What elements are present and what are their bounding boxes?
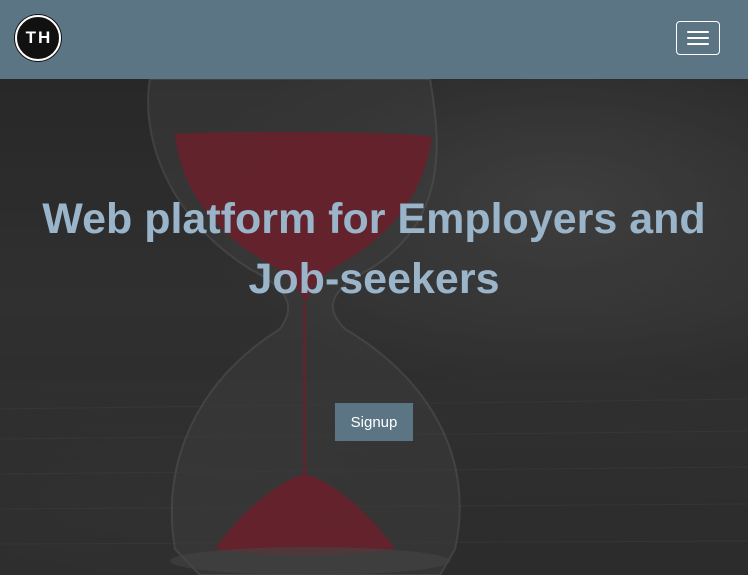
hero-section: Web platform for Employers and Job-seeke… xyxy=(0,79,748,575)
hamburger-menu-button[interactable] xyxy=(676,21,720,55)
logo-text: TH xyxy=(25,28,53,47)
hamburger-bar xyxy=(687,43,709,45)
hero-overlay xyxy=(0,79,748,575)
site-logo[interactable]: TH xyxy=(15,15,61,61)
signup-button[interactable]: Signup xyxy=(335,403,413,441)
hamburger-menu-icon xyxy=(687,31,709,33)
hero-headline: Web platform for Employers and Job-seeke… xyxy=(42,195,706,303)
navbar: TH xyxy=(0,0,748,79)
hamburger-bar xyxy=(687,37,709,39)
